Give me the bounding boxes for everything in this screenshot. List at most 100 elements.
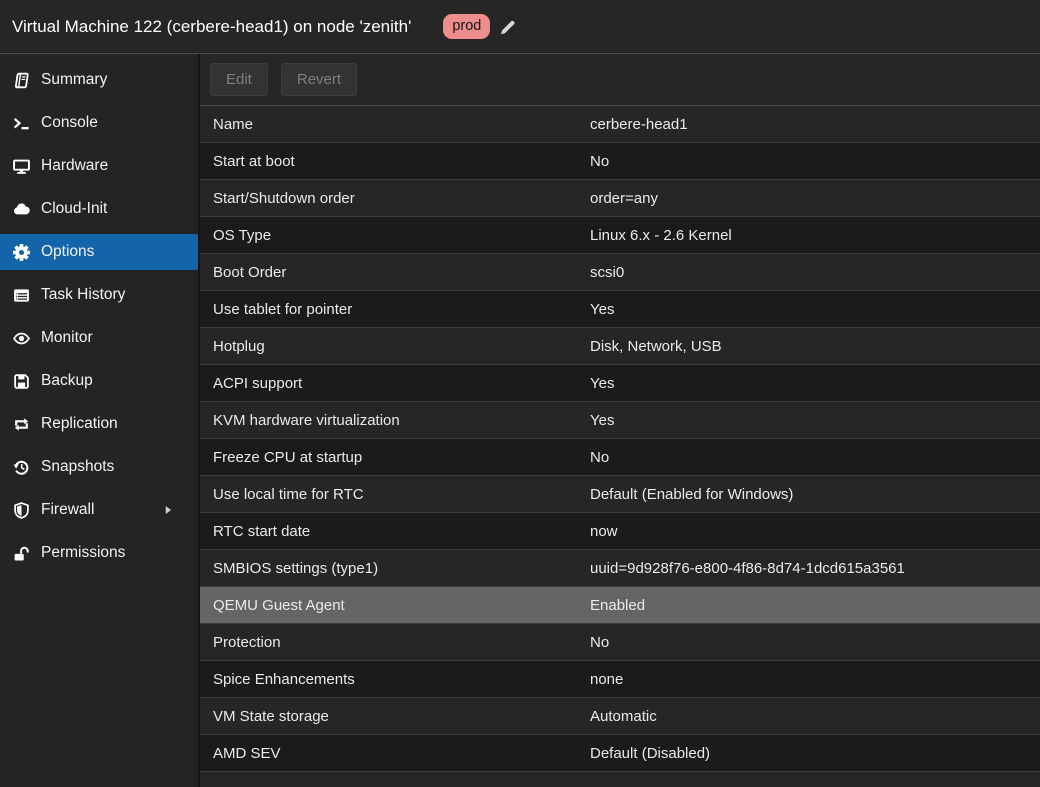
- sidebar-item-label: Replication: [41, 415, 118, 433]
- option-value: Yes: [590, 301, 1040, 318]
- option-label: KVM hardware virtualization: [200, 412, 590, 429]
- option-value: Linux 6.x - 2.6 Kernel: [590, 227, 1040, 244]
- revert-button[interactable]: Revert: [281, 63, 357, 96]
- caret-right-icon[interactable]: [162, 503, 174, 517]
- table-row[interactable]: Spice Enhancementsnone: [200, 661, 1040, 698]
- option-value: Disk, Network, USB: [590, 338, 1040, 355]
- option-label: Use tablet for pointer: [200, 301, 590, 318]
- option-value: Enabled: [590, 597, 1040, 614]
- option-label: SMBIOS settings (type1): [200, 560, 590, 577]
- shield-icon: [12, 502, 31, 519]
- sidebar-item-label: Hardware: [41, 157, 108, 175]
- sidebar-item-label: Cloud-Init: [41, 200, 107, 218]
- option-value: now: [590, 523, 1040, 540]
- list-icon: [12, 287, 31, 304]
- book-icon: [12, 72, 31, 89]
- main-layout: Summary Console Hardware Cloud-Init Options T…: [0, 54, 1040, 787]
- table-row[interactable]: Namecerbere-head1: [200, 106, 1040, 143]
- table-row[interactable]: Boot Orderscsi0: [200, 254, 1040, 291]
- sidebar-item-label: Backup: [41, 372, 93, 390]
- options-panel: EditRevert Namecerbere-head1Start at boo…: [200, 54, 1040, 787]
- table-row[interactable]: Start/Shutdown orderorder=any: [200, 180, 1040, 217]
- sidebar-item-label: Task History: [41, 286, 125, 304]
- option-label: QEMU Guest Agent: [200, 597, 590, 614]
- options-toolbar: Edit Revert: [200, 54, 1040, 106]
- edit-button[interactable]: Edit: [210, 63, 268, 96]
- table-row[interactable]: RTC start datenow: [200, 513, 1040, 550]
- table-row[interactable]: OS TypeLinux 6.x - 2.6 Kernel: [200, 217, 1040, 254]
- option-value: Default (Enabled for Windows): [590, 486, 1040, 503]
- terminal-icon: [12, 115, 31, 132]
- option-value: Yes: [590, 375, 1040, 392]
- sidebar-item-task-history[interactable]: Task History: [0, 277, 198, 313]
- table-row[interactable]: AMD SEVDefault (Disabled): [200, 735, 1040, 772]
- option-label: VM State storage: [200, 708, 590, 725]
- table-row[interactable]: SMBIOS settings (type1)uuid=9d928f76-e80…: [200, 550, 1040, 587]
- table-row[interactable]: QEMU Guest AgentEnabled: [200, 587, 1040, 624]
- vm-tag-prod: prod: [443, 14, 490, 40]
- table-row[interactable]: Start at bootNo: [200, 143, 1040, 180]
- table-row[interactable]: VM State storageAutomatic: [200, 698, 1040, 735]
- sidebar-item-hardware[interactable]: Hardware: [0, 148, 198, 184]
- sidebar-item-backup[interactable]: Backup: [0, 363, 198, 399]
- table-row[interactable]: ACPI supportYes: [200, 365, 1040, 402]
- table-row[interactable]: KVM hardware virtualizationYes: [200, 402, 1040, 439]
- sidebar-item-options[interactable]: Options: [0, 234, 198, 270]
- sidebar-item-label: Monitor: [41, 329, 93, 347]
- option-label: Boot Order: [200, 264, 590, 281]
- option-value: Yes: [590, 412, 1040, 429]
- sidebar-item-snapshots[interactable]: Snapshots: [0, 449, 198, 485]
- desktop-icon: [12, 158, 31, 175]
- option-label: ACPI support: [200, 375, 590, 392]
- sidebar-item-label: Snapshots: [41, 458, 114, 476]
- sidebar-item-console[interactable]: Console: [0, 105, 198, 141]
- option-label: Hotplug: [200, 338, 590, 355]
- option-label: Use local time for RTC: [200, 486, 590, 503]
- sidebar-item-monitor[interactable]: Monitor: [0, 320, 198, 356]
- option-value: No: [590, 153, 1040, 170]
- table-row[interactable]: Freeze CPU at startupNo: [200, 439, 1040, 476]
- option-label: Start at boot: [200, 153, 590, 170]
- floppy-icon: [12, 373, 31, 390]
- option-value: No: [590, 634, 1040, 651]
- option-value: Automatic: [590, 708, 1040, 725]
- vm-header: Virtual Machine 122 (cerbere-head1) on n…: [0, 0, 1040, 54]
- sidebar-item-permissions[interactable]: Permissions: [0, 535, 198, 571]
- page-title: Virtual Machine 122 (cerbere-head1) on n…: [12, 17, 411, 37]
- pencil-icon[interactable]: [499, 18, 517, 36]
- option-value: uuid=9d928f76-e800-4f86-8d74-1dcd615a356…: [590, 560, 1040, 577]
- option-label: AMD SEV: [200, 745, 590, 762]
- option-label: Protection: [200, 634, 590, 651]
- sidebar-item-label: Options: [41, 243, 94, 261]
- sidebar-item-replication[interactable]: Replication: [0, 406, 198, 442]
- table-row[interactable]: HotplugDisk, Network, USB: [200, 328, 1040, 365]
- history-icon: [12, 459, 31, 476]
- vm-nav-sidebar: Summary Console Hardware Cloud-Init Options T…: [0, 54, 200, 787]
- table-row[interactable]: Use local time for RTCDefault (Enabled f…: [200, 476, 1040, 513]
- option-value: No: [590, 449, 1040, 466]
- table-row[interactable]: ProtectionNo: [200, 624, 1040, 661]
- option-label: RTC start date: [200, 523, 590, 540]
- sidebar-item-summary[interactable]: Summary: [0, 62, 198, 98]
- option-label: Freeze CPU at startup: [200, 449, 590, 466]
- retweet-icon: [12, 416, 31, 433]
- option-value: none: [590, 671, 1040, 688]
- option-value: scsi0: [590, 264, 1040, 281]
- table-row[interactable]: Use tablet for pointerYes: [200, 291, 1040, 328]
- sidebar-item-label: Summary: [41, 71, 107, 89]
- sidebar-item-label: Permissions: [41, 544, 125, 562]
- sidebar-item-firewall[interactable]: Firewall: [0, 492, 198, 528]
- options-table: Namecerbere-head1Start at bootNoStart/Sh…: [200, 106, 1040, 787]
- sidebar-item-cloud-init[interactable]: Cloud-Init: [0, 191, 198, 227]
- option-label: OS Type: [200, 227, 590, 244]
- sidebar-item-label: Firewall: [41, 501, 94, 519]
- cloud-icon: [12, 201, 31, 218]
- option-value: Default (Disabled): [590, 745, 1040, 762]
- unlock-icon: [12, 545, 31, 562]
- option-label: Start/Shutdown order: [200, 190, 590, 207]
- option-value: order=any: [590, 190, 1040, 207]
- option-value: cerbere-head1: [590, 116, 1040, 133]
- option-label: Name: [200, 116, 590, 133]
- sidebar-item-label: Console: [41, 114, 98, 132]
- gear-icon: [12, 244, 31, 261]
